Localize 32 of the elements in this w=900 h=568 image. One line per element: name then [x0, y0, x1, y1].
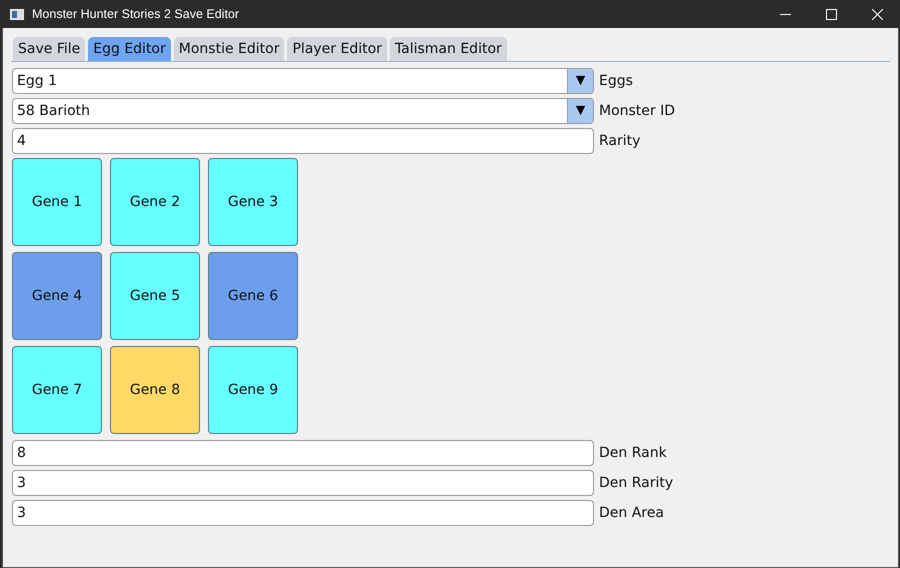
input-field[interactable]: 4	[12, 128, 594, 154]
input-field[interactable]: 3	[12, 500, 594, 526]
gene-button[interactable]: Gene 3	[208, 158, 298, 246]
input-field[interactable]: 3	[12, 470, 594, 496]
gene-button[interactable]: Gene 5	[110, 252, 200, 340]
field-label: Eggs	[599, 73, 633, 89]
field-label: Rarity	[599, 133, 640, 149]
gene-button[interactable]: Gene 6	[208, 252, 298, 340]
field-label: Monster ID	[599, 103, 676, 119]
tab[interactable]: Save File	[13, 37, 86, 61]
gene-button[interactable]: Gene 8	[110, 346, 200, 434]
dropdown-arrow-button[interactable]: ▼	[567, 69, 593, 93]
input-field[interactable]: 8	[12, 440, 594, 466]
field-label: Den Rarity	[599, 475, 674, 491]
field-label: Den Area	[599, 505, 664, 521]
tab[interactable]: Egg Editor	[88, 37, 171, 61]
field-label: Den Rank	[599, 445, 667, 461]
dropdown[interactable]: Egg 1 ▼	[12, 68, 594, 94]
close-icon	[872, 8, 882, 20]
gene-button[interactable]: Gene 7	[12, 346, 102, 434]
gene-button[interactable]: Gene 9	[208, 346, 298, 434]
maximize-icon	[826, 8, 836, 20]
gene-button[interactable]: Gene 2	[110, 158, 200, 246]
gene-button[interactable]: Gene 1	[12, 158, 102, 246]
tab[interactable]: Talisman Editor	[390, 37, 507, 61]
tab[interactable]: Monstie Editor	[174, 37, 284, 61]
window-title: Monster Hunter Stories 2 Save Editor	[32, 7, 240, 21]
gene-button[interactable]: Gene 4	[12, 252, 102, 340]
app-icon	[10, 8, 24, 20]
dropdown[interactable]: 58 Barioth ▼	[12, 98, 594, 124]
tab[interactable]: Player Editor	[287, 37, 387, 61]
dropdown-arrow-button[interactable]: ▼	[567, 99, 593, 123]
